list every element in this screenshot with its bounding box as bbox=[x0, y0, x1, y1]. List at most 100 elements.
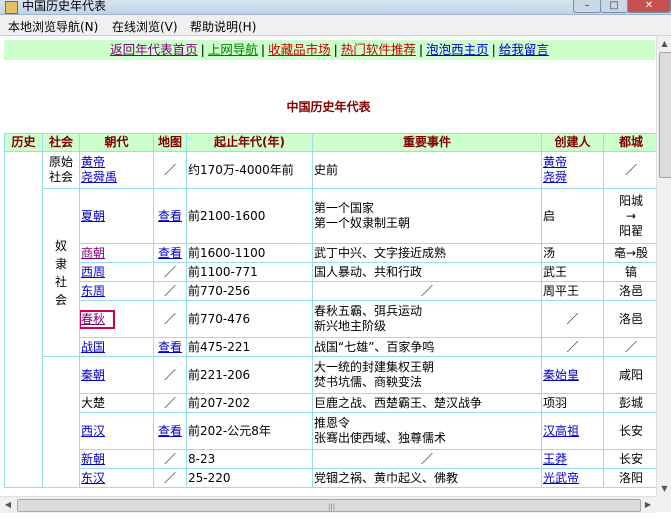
map-view-link[interactable]: 查看 bbox=[153, 412, 187, 450]
nav-link-message[interactable]: 给我留言 bbox=[499, 42, 549, 57]
window-title: 中国历史年代表 bbox=[22, 0, 107, 13]
society-slave: 奴 隶 社 会 bbox=[42, 188, 80, 357]
menu-help[interactable]: 帮助说明(H) bbox=[190, 18, 256, 35]
header-events: 重要事件 bbox=[312, 133, 542, 152]
years-cell: 约170万-4000年前 bbox=[186, 151, 313, 189]
capital-cell: 长安 bbox=[603, 412, 656, 450]
nav-link-web-nav[interactable]: 上网导航 bbox=[208, 42, 258, 57]
history-column-cell bbox=[4, 151, 43, 488]
close-button[interactable]: ✕ bbox=[627, 0, 671, 13]
years-cell: 前2100-1600 bbox=[186, 188, 313, 244]
map-cell: ／ bbox=[153, 262, 187, 282]
nav-link-home[interactable]: 返回年代表首页 bbox=[110, 42, 198, 57]
vertical-scroll-thumb[interactable] bbox=[659, 52, 671, 178]
capital-cell: 长安 bbox=[603, 449, 656, 469]
dynasty-link[interactable]: 战国 bbox=[79, 337, 154, 357]
events-cell: 巨鹿之战、西楚霸王、楚汉战争 bbox=[312, 393, 542, 413]
table-row: 东周 ／ 前770-256 ／ 周平王 洛邑 bbox=[5, 281, 656, 301]
scroll-left-arrow-icon[interactable]: ◀ bbox=[0, 497, 16, 513]
founder-link[interactable]: 秦始皇 bbox=[541, 356, 604, 394]
map-cell: ／ bbox=[153, 281, 187, 301]
vertical-scrollbar[interactable]: ▲ ▼ bbox=[656, 36, 671, 496]
dynasty-link[interactable]: 东汉 bbox=[79, 468, 154, 488]
table-row: 东汉 ／ 25-220 党锢之祸、黄巾起义、佛教 光武帝 洛阳 bbox=[5, 468, 656, 488]
dynasty-cell-highlighted: 春秋 bbox=[79, 300, 154, 338]
events-cell: 战国“七雄”、百家争鸣 bbox=[312, 337, 542, 357]
table-row: 新朝 ／ 8-23 ／ 王莽 长安 bbox=[5, 449, 656, 469]
menu-local-nav[interactable]: 本地浏览导航(N) bbox=[8, 18, 98, 35]
capital-cell: 亳→殷 bbox=[603, 243, 656, 263]
scroll-right-arrow-icon[interactable]: ▶ bbox=[640, 497, 656, 513]
events-cell: 春秋五霸、弭兵运动 新兴地主阶级 bbox=[312, 300, 542, 338]
header-map: 地图 bbox=[153, 133, 187, 152]
table-row: 战国 查看 前475-221 战国“七雄”、百家争鸣 ／ ／ bbox=[5, 337, 656, 357]
content-area: 返回年代表首页 | 上网导航 | 收藏品市场 | 热门软件推荐 | 泡泡西主页 | 给我留言 中国历… bbox=[1, 36, 656, 496]
events-cell: 第一个国家 第一个奴隶制王朝 bbox=[312, 188, 542, 244]
capital-cell: 洛阳 bbox=[603, 468, 656, 488]
dynasty-link[interactable]: 西周 bbox=[79, 262, 154, 282]
events-cell: 推恩令 张骞出使西域、独尊儒术 bbox=[312, 412, 542, 450]
header-society: 社会 bbox=[42, 133, 80, 152]
founder-cell: 武王 bbox=[541, 262, 604, 282]
map-view-link[interactable]: 查看 bbox=[153, 243, 187, 263]
founder-cell: 项羽 bbox=[541, 393, 604, 413]
table-row: 秦朝 ／ 前221-206 大一统的封建集权王朝 焚书坑儒、商鞅变法 秦始皇 咸… bbox=[5, 356, 656, 488]
dynasty-link[interactable]: 夏朝 bbox=[79, 188, 154, 244]
scrollbar-corner bbox=[656, 496, 671, 512]
map-cell: ／ bbox=[153, 300, 187, 338]
founder-link[interactable]: 黄帝 尧舜 bbox=[541, 151, 604, 189]
dynasty-link[interactable]: 黄帝 尧舜禹 bbox=[79, 151, 154, 189]
dynasty-link[interactable]: 商朝 bbox=[79, 243, 154, 263]
header-years: 起止年代(年) bbox=[186, 133, 313, 152]
scroll-down-arrow-icon[interactable]: ▼ bbox=[657, 481, 671, 496]
header-dynasty: 朝代 bbox=[79, 133, 154, 152]
dynasty-cell: 大楚 bbox=[79, 393, 154, 413]
nav-link-software[interactable]: 热门软件推荐 bbox=[341, 42, 416, 57]
nav-link-homepage[interactable]: 泡泡西主页 bbox=[426, 42, 489, 57]
years-cell: 前770-476 bbox=[186, 300, 313, 338]
scroll-grip-icon: ||| bbox=[328, 503, 336, 511]
founder-link[interactable]: 汉高祖 bbox=[541, 412, 604, 450]
capital-cell: 镐 bbox=[603, 262, 656, 282]
events-cell: 党锢之祸、黄巾起义、佛教 bbox=[312, 468, 542, 488]
years-cell: 前207-202 bbox=[186, 393, 313, 413]
table-row: 春秋 ／ 前770-476 春秋五霸、弭兵运动 新兴地主阶级 ／ 洛邑 bbox=[5, 300, 656, 338]
map-cell: ／ bbox=[153, 468, 187, 488]
events-cell: ／ bbox=[312, 281, 542, 301]
capital-cell: 洛邑 bbox=[603, 300, 656, 338]
map-cell: ／ bbox=[153, 356, 187, 394]
years-cell: 前202-公元8年 bbox=[186, 412, 313, 450]
years-cell: 前770-256 bbox=[186, 281, 313, 301]
map-cell: ／ bbox=[153, 449, 187, 469]
events-cell: 史前 bbox=[312, 151, 542, 189]
horizontal-scrollbar[interactable]: ◀ ||| ▶ bbox=[0, 496, 656, 513]
founder-link[interactable]: 光武帝 bbox=[541, 468, 604, 488]
events-cell: ／ bbox=[312, 449, 542, 469]
years-cell: 前221-206 bbox=[186, 356, 313, 394]
nav-bar: 返回年代表首页 | 上网导航 | 收藏品市场 | 热门软件推荐 | 泡泡西主页 | 给我留言 bbox=[4, 40, 655, 60]
dynasty-link-chunqiu[interactable]: 春秋 bbox=[80, 309, 116, 329]
capital-cell: 彭城 bbox=[603, 393, 656, 413]
dynasty-link[interactable]: 西汉 bbox=[79, 412, 154, 450]
menu-online-browse[interactable]: 在线浏览(V) bbox=[112, 18, 178, 35]
society-primitive: 原始 社会 bbox=[42, 151, 80, 189]
dynasty-link[interactable]: 秦朝 bbox=[79, 356, 154, 394]
title-bar: 中国历史年代表 – □ ✕ bbox=[0, 0, 671, 15]
table-row: 大楚 ／ 前207-202 巨鹿之战、西楚霸王、楚汉战争 项羽 彭城 bbox=[5, 393, 656, 413]
table-row: 西汉 查看 前202-公元8年 推恩令 张骞出使西域、独尊儒术 汉高祖 长安 bbox=[5, 412, 656, 450]
capital-cell: 咸阳 bbox=[603, 356, 656, 394]
map-view-link[interactable]: 查看 bbox=[153, 188, 187, 244]
events-cell: 国人暴动、共和行政 bbox=[312, 262, 542, 282]
map-view-link[interactable]: 查看 bbox=[153, 337, 187, 357]
founder-cell: ／ bbox=[541, 300, 604, 338]
dynasty-link[interactable]: 新朝 bbox=[79, 449, 154, 469]
maximize-button[interactable]: □ bbox=[600, 0, 628, 13]
horizontal-scroll-thumb[interactable]: ||| bbox=[17, 499, 641, 512]
scroll-up-arrow-icon[interactable]: ▲ bbox=[657, 36, 671, 51]
events-cell: 大一统的封建集权王朝 焚书坑儒、商鞅变法 bbox=[312, 356, 542, 394]
society-feudal-cell bbox=[42, 356, 80, 488]
nav-link-collectibles[interactable]: 收藏品市场 bbox=[268, 42, 331, 57]
minimize-button[interactable]: – bbox=[573, 0, 601, 13]
dynasty-link[interactable]: 东周 bbox=[79, 281, 154, 301]
founder-link[interactable]: 王莽 bbox=[541, 449, 604, 469]
